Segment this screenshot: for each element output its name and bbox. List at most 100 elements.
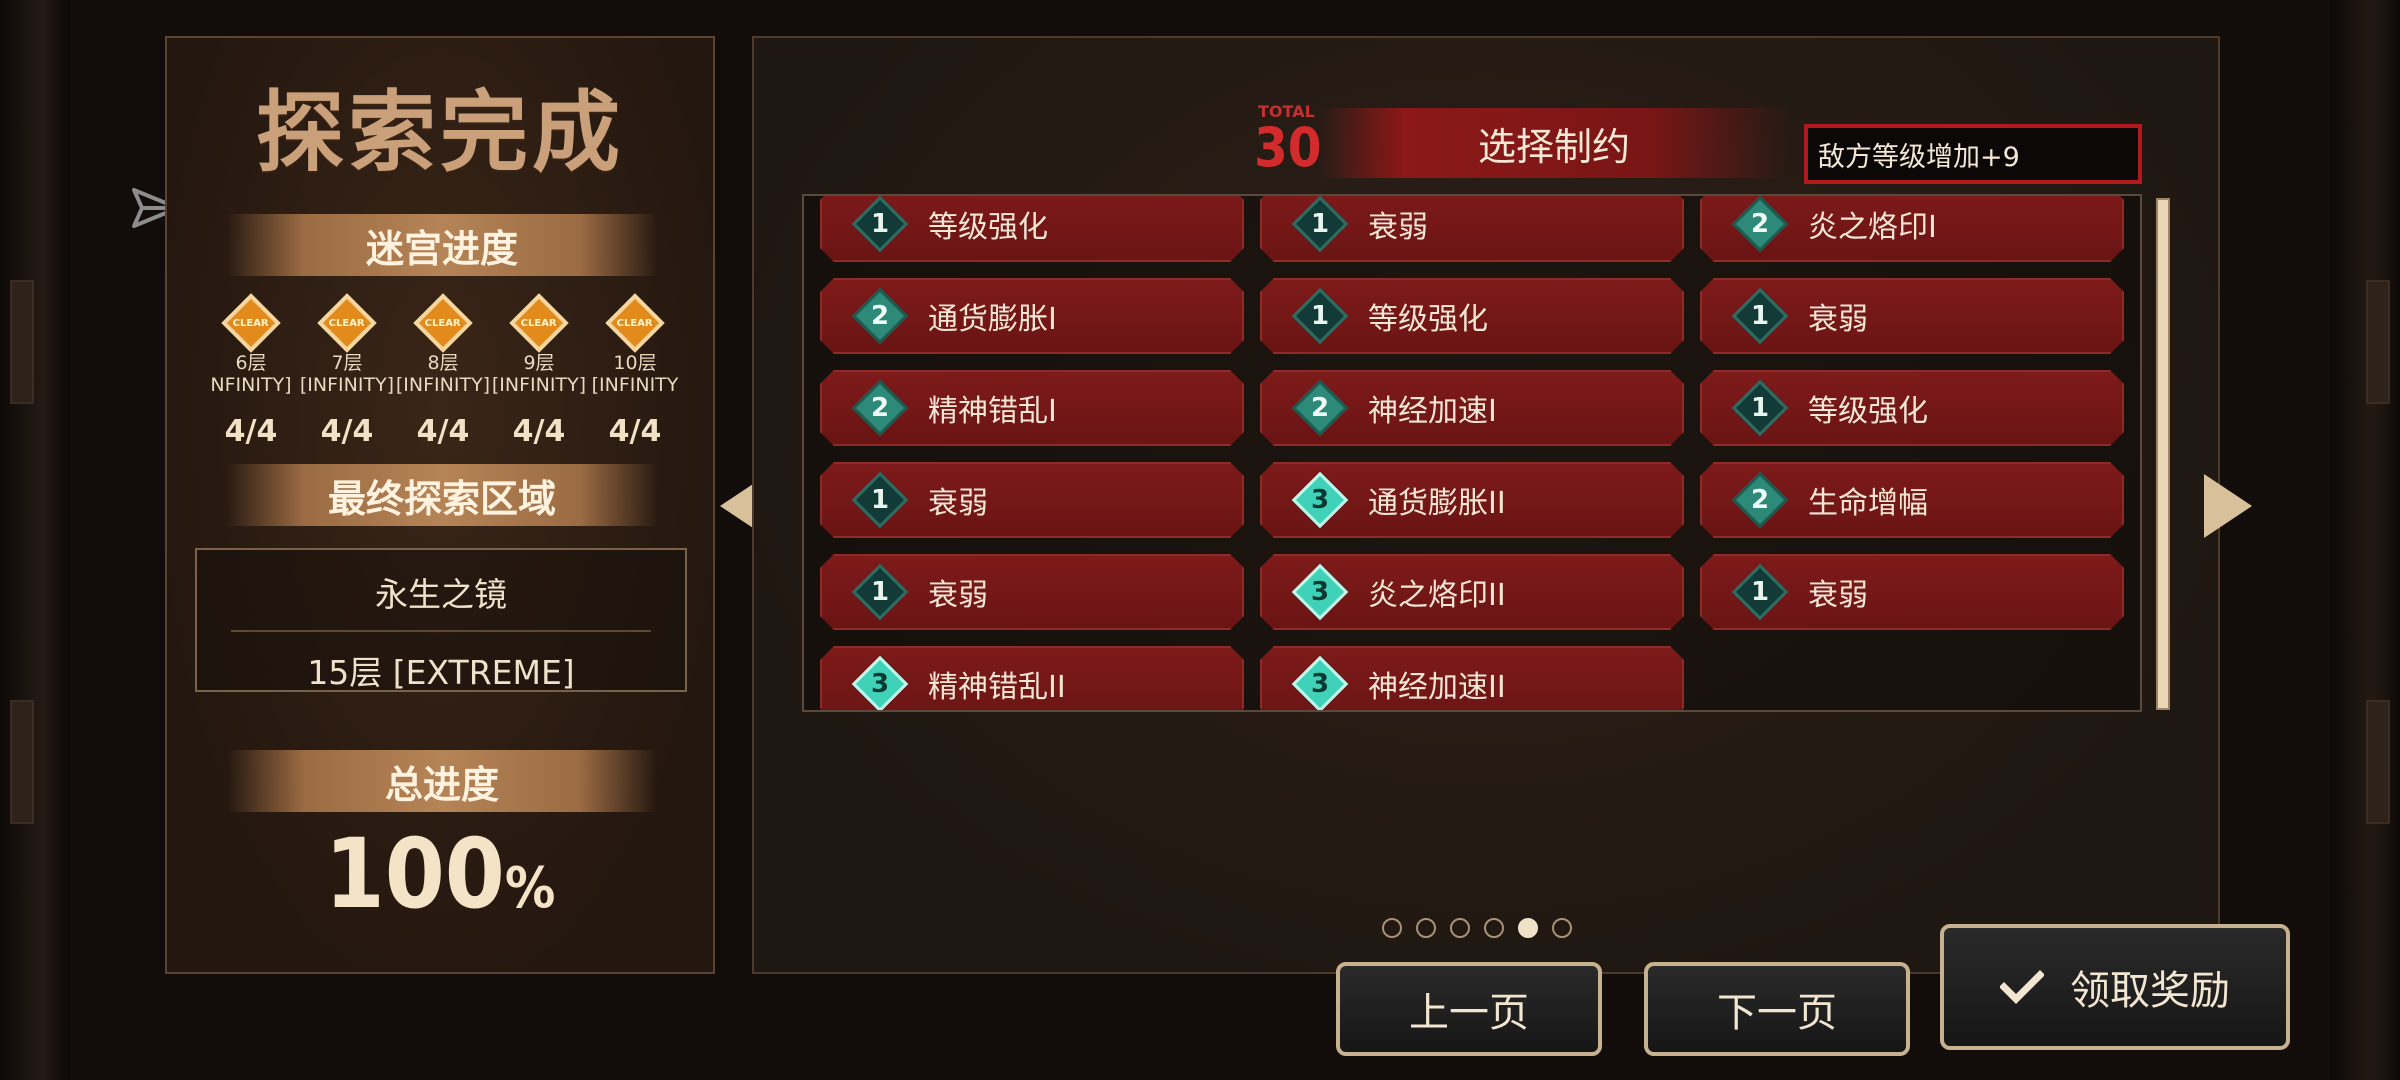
page-dot[interactable] xyxy=(1450,918,1470,938)
next-page-button[interactable]: 下一页 xyxy=(1644,962,1910,1056)
scrollbar[interactable] xyxy=(2156,198,2170,710)
level-diamond-icon: 1 xyxy=(1731,287,1789,345)
floor-count: 4/4 xyxy=(512,414,566,449)
constraint-label: 等级强化 xyxy=(928,210,1048,245)
constraint-item[interactable]: 3 精神错乱II xyxy=(820,646,1244,710)
constraint-label: 通货膨胀I xyxy=(928,302,1057,337)
total-progress-number: 100 xyxy=(324,818,505,930)
constraint-item[interactable]: 3 神经加速II xyxy=(1260,646,1684,710)
constraint-grid[interactable]: 1 等级强化 1 衰弱 2 炎之烙印I 2 通货膨胀I 1 等级强化 1 衰弱 2 精神错乱I 2 神经加速I… xyxy=(802,194,2142,712)
prev-page-button[interactable]: 上一页 xyxy=(1336,962,1602,1056)
divider xyxy=(231,630,651,632)
constraint-item[interactable]: 1 衰弱 xyxy=(1700,554,2124,630)
level-diamond-icon: 2 xyxy=(851,379,909,437)
constraint-item[interactable]: 2 通货膨胀I xyxy=(820,278,1244,354)
level-diamond-icon: 2 xyxy=(1731,196,1789,253)
final-area-name: 永生之镜 xyxy=(375,575,507,614)
constraint-item[interactable]: 1 衰弱 xyxy=(820,462,1244,538)
floor-item: CLEAR 7层 [INFINITY] 4/4 xyxy=(299,293,395,449)
constraint-item[interactable]: 1 衰弱 xyxy=(1700,278,2124,354)
constraint-item[interactable]: 1 等级强化 xyxy=(820,196,1244,262)
right-frame xyxy=(2330,0,2400,1080)
page-dot[interactable] xyxy=(1416,918,1436,938)
floor-item: CLEAR 8层 [INFINITY] 4/4 xyxy=(395,293,491,449)
level-diamond-icon: 3 xyxy=(1291,655,1349,710)
total-progress-value: 100% xyxy=(167,818,713,930)
floor-name: 6层 xyxy=(235,352,267,374)
claim-reward-button[interactable]: 领取奖励 xyxy=(1940,924,2290,1050)
constraint-item[interactable]: 1 衰弱 xyxy=(820,554,1244,630)
exploration-summary-panel: 探索完成 迷宫进度 CLEAR 6层 NFINITY] 4/4 CLEAR 7层… xyxy=(165,36,715,974)
total-value: 30 xyxy=(1254,116,1322,179)
page-indicator xyxy=(1382,918,1572,938)
level-diamond-icon: 1 xyxy=(851,471,909,529)
constraint-label: 等级强化 xyxy=(1808,394,1928,429)
constraint-label: 炎之烙印I xyxy=(1808,210,1937,245)
constraint-label: 神经加速II xyxy=(1368,670,1506,705)
clear-badge-icon: CLEAR xyxy=(413,293,473,353)
clear-badge-icon: CLEAR xyxy=(317,293,377,353)
level-diamond-icon: 2 xyxy=(1731,471,1789,529)
floor-count: 4/4 xyxy=(416,414,470,449)
constraints-panel: TOTAL 30 选择制约 敌方等级增加+9 1 等级强化 1 衰弱 2 炎之烙印I 2 通货… xyxy=(752,36,2220,974)
floor-item: CLEAR 10层 [INFINITY 4/4 xyxy=(587,293,683,449)
level-diamond-icon: 3 xyxy=(1291,471,1349,529)
level-diamond-icon: 1 xyxy=(1291,287,1349,345)
level-diamond-icon: 2 xyxy=(851,287,909,345)
floor-difficulty: [INFINITY xyxy=(591,374,679,396)
level-diamond-icon: 1 xyxy=(1731,379,1789,437)
constraint-title-text: 选择制约 xyxy=(1477,124,1630,169)
constraint-item[interactable]: 2 生命增幅 xyxy=(1700,462,2124,538)
check-icon xyxy=(2000,970,2044,1004)
constraint-item[interactable]: 3 炎之烙印II xyxy=(1260,554,1684,630)
constraint-item[interactable]: 1 衰弱 xyxy=(1260,196,1684,262)
constraint-label: 精神错乱I xyxy=(928,394,1057,429)
prev-page-label: 上一页 xyxy=(1409,990,1529,1036)
floor-difficulty: [INFINITY] xyxy=(299,374,395,396)
clear-badge-icon: CLEAR xyxy=(509,293,569,353)
page-dot[interactable] xyxy=(1552,918,1572,938)
constraint-item[interactable]: 3 通货膨胀II xyxy=(1260,462,1684,538)
floor-list: CLEAR 6层 NFINITY] 4/4 CLEAR 7层 [INFINITY… xyxy=(203,293,683,449)
floor-name: 10层 xyxy=(613,352,657,374)
next-page-label: 下一页 xyxy=(1717,990,1837,1036)
floor-name: 7层 xyxy=(331,352,363,374)
constraint-item[interactable]: 1 等级强化 xyxy=(1260,278,1684,354)
floor-count: 4/4 xyxy=(224,414,278,449)
floor-difficulty: [INFINITY] xyxy=(395,374,491,396)
maze-progress-label: 迷宫进度 xyxy=(365,226,518,271)
constraint-item[interactable]: 2 精神错乱I xyxy=(820,370,1244,446)
constraint-label: 衰弱 xyxy=(1368,210,1428,245)
constraint-title: 选择制约 xyxy=(1319,108,1789,178)
constraint-label: 通货膨胀II xyxy=(1368,486,1506,521)
clear-badge-icon: CLEAR xyxy=(605,293,665,353)
constraint-label: 衰弱 xyxy=(928,486,988,521)
level-diamond-icon: 2 xyxy=(1291,379,1349,437)
constraint-item[interactable]: 2 炎之烙印I xyxy=(1700,196,2124,262)
floor-item: CLEAR 6层 NFINITY] 4/4 xyxy=(203,293,299,449)
level-diamond-icon: 1 xyxy=(1291,196,1349,253)
clear-badge-icon: CLEAR xyxy=(221,293,281,353)
constraint-label: 神经加速I xyxy=(1368,394,1497,429)
level-diamond-icon: 3 xyxy=(851,655,909,710)
floor-item: CLEAR 9层 [INFINITY] 4/4 xyxy=(491,293,587,449)
page-dot[interactable] xyxy=(1382,918,1402,938)
constraint-item[interactable]: 1 等级强化 xyxy=(1700,370,2124,446)
total-progress-unit: % xyxy=(504,856,556,921)
enemy-level-box: 敌方等级增加+9 xyxy=(1804,124,2142,184)
level-diamond-icon: 3 xyxy=(1291,563,1349,621)
final-area-box: 永生之镜 15层 [EXTREME] xyxy=(195,548,687,692)
page-dot[interactable] xyxy=(1484,918,1504,938)
final-area-label: 最终探索区域 xyxy=(327,476,556,521)
total-progress-banner: 总进度 xyxy=(227,750,657,812)
constraint-label: 衰弱 xyxy=(1808,578,1868,613)
constraint-item[interactable]: 2 神经加速I xyxy=(1260,370,1684,446)
frame-notch xyxy=(10,280,34,404)
next-arrow-button[interactable] xyxy=(2204,474,2252,538)
page-dot[interactable] xyxy=(1518,918,1538,938)
constraint-label: 精神错乱II xyxy=(928,670,1066,705)
claim-reward-label: 领取奖励 xyxy=(2070,968,2230,1014)
constraint-label: 炎之烙印II xyxy=(1368,578,1506,613)
floor-name: 8层 xyxy=(427,352,459,374)
frame-notch xyxy=(2366,700,2390,824)
